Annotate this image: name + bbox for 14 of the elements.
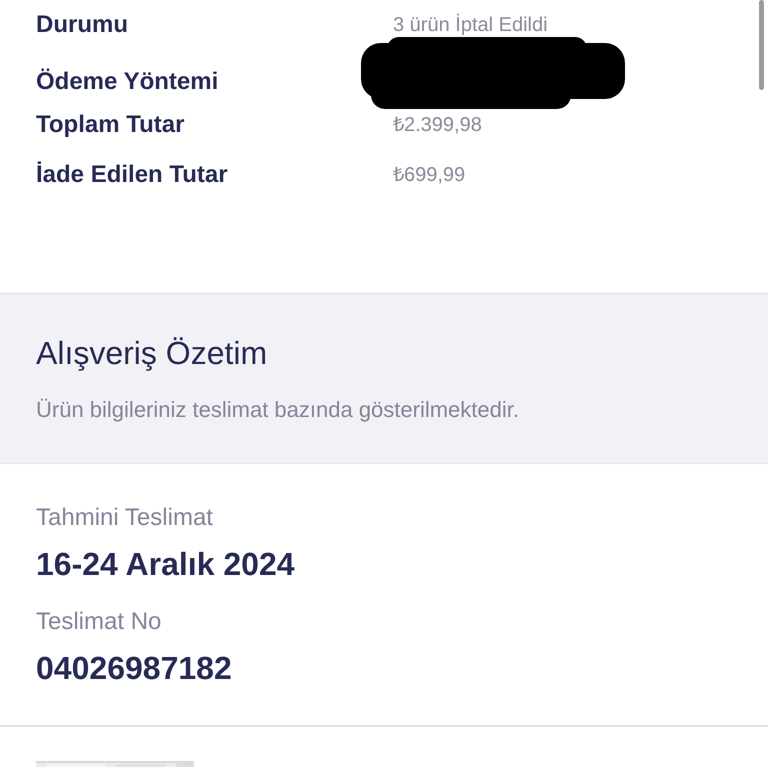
row-label: Toplam Tutar xyxy=(36,110,186,140)
row-value: ₺2.399,98 xyxy=(393,113,482,138)
field-label: Teslimat No xyxy=(36,608,162,635)
row-label: Ödeme Yöntemi xyxy=(36,67,220,97)
field-value: 04026987182 xyxy=(36,649,233,687)
section-title: Alışveriş Özetim xyxy=(36,334,268,372)
scroll-bar[interactable] xyxy=(759,0,764,90)
row-label: Durumu xyxy=(36,10,129,40)
row-value: ₺699,99 xyxy=(393,163,466,188)
field-value: 16-24 Aralık 2024 xyxy=(36,545,296,583)
section-subtitle: Ürün bilgileriniz teslimat bazında gösterilmektedir. xyxy=(36,396,520,423)
row-label: İade Edilen Tutar xyxy=(36,160,229,190)
row-value: 3 ürün İptal Edildi xyxy=(393,12,548,38)
field-label: Tahmini Teslimat xyxy=(36,504,214,531)
